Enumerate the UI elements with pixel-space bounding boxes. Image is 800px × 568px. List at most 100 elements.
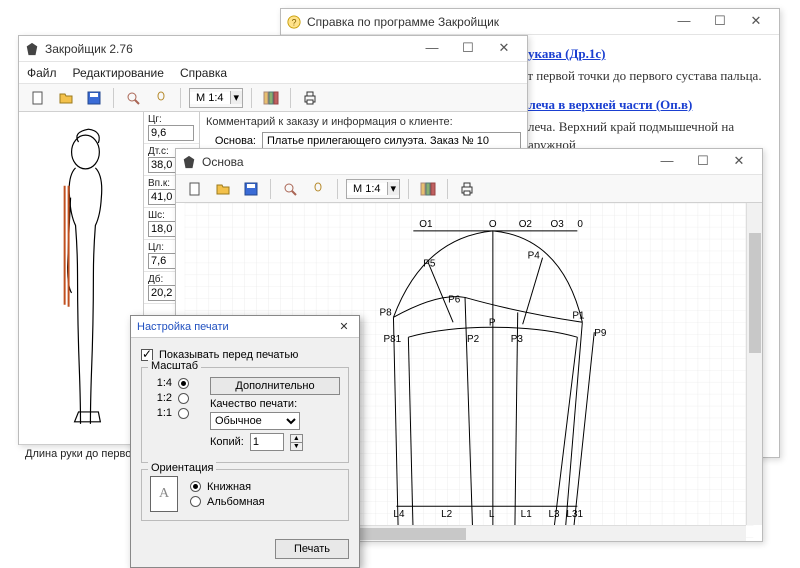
copies-down-icon[interactable]: ▼: [290, 443, 303, 451]
osnova-mannequin-icon[interactable]: [307, 178, 329, 200]
open-icon[interactable]: [55, 87, 77, 109]
scale-14-radio[interactable]: [178, 378, 189, 389]
scale-selector[interactable]: М 1:4 ▾: [189, 88, 243, 108]
scale-11-label: 1:1: [150, 407, 172, 419]
help-icon: ?: [287, 15, 301, 29]
main-close-button[interactable]: ✕: [487, 39, 521, 59]
orientation-portrait-label: Книжная: [207, 481, 251, 493]
svg-text:P: P: [489, 317, 496, 328]
menu-edit[interactable]: Редактирование: [73, 66, 164, 80]
help-min-button[interactable]: —: [667, 12, 701, 32]
copies-input[interactable]: [250, 433, 284, 451]
print-dialog-close-button[interactable]: ✕: [335, 320, 353, 333]
svg-text:O1: O1: [419, 219, 433, 230]
svg-text:O2: O2: [519, 219, 533, 230]
svg-text:O: O: [489, 219, 497, 230]
new-icon[interactable]: [27, 87, 49, 109]
svg-text:L3: L3: [549, 509, 561, 520]
svg-text:P6: P6: [448, 294, 461, 305]
orientation-portrait-radio[interactable]: [190, 481, 201, 492]
pattern-icon: [182, 155, 196, 169]
scale-14-label: 1:4: [150, 377, 172, 389]
svg-text:P81: P81: [384, 334, 402, 345]
scale-legend: Масштаб: [148, 360, 201, 372]
svg-text:L2: L2: [441, 509, 453, 520]
osnova-scale-selector[interactable]: М 1:4 ▾: [346, 179, 400, 199]
osnova-new-icon[interactable]: [184, 178, 206, 200]
menu-help[interactable]: Справка: [180, 66, 227, 80]
svg-text:P2: P2: [467, 334, 480, 345]
figure-canvas: [19, 112, 143, 444]
svg-text:P4: P4: [528, 251, 541, 262]
scale-fieldset: Масштаб 1:4 1:2 1:1 Дополнительно Качест…: [141, 367, 349, 463]
print-dialog-titlebar[interactable]: Настройка печати ✕: [131, 316, 359, 338]
print-button[interactable]: Печать: [275, 539, 349, 559]
svg-text:L1: L1: [521, 509, 533, 520]
print-settings-dialog: Настройка печати ✕ Показывать перед печа…: [130, 315, 360, 568]
copies-label: Копий:: [210, 436, 244, 448]
osnova-titlebar[interactable]: Основа — ☐ ✕: [176, 149, 762, 175]
scale-label: М 1:4: [190, 92, 230, 104]
chevron-down-icon[interactable]: ▾: [230, 91, 243, 104]
svg-text:L31: L31: [566, 509, 583, 520]
quality-select[interactable]: Обычное: [210, 412, 300, 430]
svg-text:L: L: [489, 509, 495, 520]
main-menubar: Файл Редактирование Справка: [19, 62, 527, 84]
print-icon[interactable]: [299, 87, 321, 109]
basis-label: Основа:: [206, 135, 256, 147]
help-close-button[interactable]: ✕: [739, 12, 773, 32]
osnova-max-button[interactable]: ☐: [686, 152, 720, 172]
orientation-preview: A: [150, 476, 178, 512]
main-min-button[interactable]: —: [415, 39, 449, 59]
orientation-landscape-radio[interactable]: [190, 496, 201, 507]
svg-text:P9: P9: [594, 328, 607, 339]
svg-text:?: ?: [292, 17, 297, 27]
osnova-title: Основа: [202, 155, 650, 169]
menu-file[interactable]: Файл: [27, 66, 57, 80]
vertical-scrollbar[interactable]: [746, 203, 762, 525]
meas-input-cg[interactable]: [148, 125, 194, 141]
mannequin-icon[interactable]: [150, 87, 172, 109]
help-link-rukava[interactable]: рукава (Др.1с): [521, 46, 605, 61]
additional-button[interactable]: Дополнительно: [210, 377, 340, 395]
scale-11-radio[interactable]: [178, 408, 189, 419]
save-icon[interactable]: [83, 87, 105, 109]
main-max-button[interactable]: ☐: [451, 39, 485, 59]
osnova-outline-icon[interactable]: [417, 178, 439, 200]
svg-text:P3: P3: [511, 334, 524, 345]
osnova-min-button[interactable]: —: [650, 152, 684, 172]
help-titlebar[interactable]: ? Справка по программе Закройщик — ☐ ✕: [281, 9, 779, 35]
help-link-plecha[interactable]: плеча в верхней части (Оп.в): [521, 97, 692, 112]
svg-text:P8: P8: [380, 307, 393, 318]
osnova-open-icon[interactable]: [212, 178, 234, 200]
figure-panel: [19, 112, 144, 444]
main-titlebar[interactable]: Закройщик 2.76 — ☐ ✕: [19, 36, 527, 62]
osnova-save-icon[interactable]: [240, 178, 262, 200]
app-icon: [25, 42, 39, 56]
osnova-search-icon[interactable]: [279, 178, 301, 200]
orientation-legend: Ориентация: [148, 462, 216, 474]
outline-icon[interactable]: [260, 87, 282, 109]
main-toolbar: М 1:4 ▾: [19, 84, 527, 112]
quality-label: Качество печати:: [210, 398, 297, 410]
help-title: Справка по программе Закройщик: [307, 15, 667, 29]
help-max-button[interactable]: ☐: [703, 12, 737, 32]
scale-12-radio[interactable]: [178, 393, 189, 404]
orientation-landscape-label: Альбомная: [207, 496, 265, 508]
osnova-chevron-down-icon[interactable]: ▾: [387, 182, 400, 195]
orientation-fieldset: Ориентация A Книжная Альбомная: [141, 469, 349, 521]
scale-12-label: 1:2: [150, 392, 172, 404]
svg-text:P1: P1: [572, 310, 585, 321]
osnova-close-button[interactable]: ✕: [722, 152, 756, 172]
osnova-print-icon[interactable]: [456, 178, 478, 200]
svg-text:0: 0: [577, 219, 583, 230]
print-dialog-title: Настройка печати: [137, 321, 335, 333]
copies-up-icon[interactable]: ▲: [290, 434, 303, 443]
main-title: Закройщик 2.76: [45, 42, 415, 56]
comment-group-label: Комментарий к заказу и информация о клие…: [206, 116, 521, 128]
help-text-0: от первой точки до первого сустава пальц…: [521, 67, 763, 86]
meas-label-cg: Цг:: [148, 114, 195, 125]
svg-text:P5: P5: [423, 259, 436, 270]
search-icon[interactable]: [122, 87, 144, 109]
svg-text:O3: O3: [551, 219, 565, 230]
